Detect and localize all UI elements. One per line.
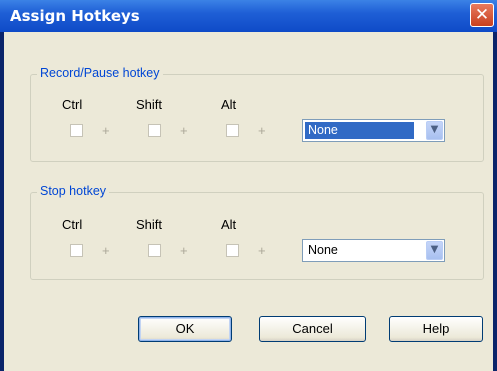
ctrl-checkbox[interactable] (70, 244, 83, 257)
record-key-value: None (305, 122, 414, 139)
plus-sign: + (102, 123, 110, 138)
cancel-button[interactable]: Cancel (259, 316, 366, 342)
plus-sign: + (258, 243, 266, 258)
plus-sign: + (180, 123, 188, 138)
ctrl-checkbox[interactable] (70, 124, 83, 137)
ctrl-label: Ctrl (62, 217, 83, 232)
chevron-down-icon[interactable]: ▼ (426, 121, 443, 140)
chevron-down-icon[interactable]: ▼ (426, 241, 443, 260)
close-icon[interactable]: ✕ (470, 3, 494, 27)
dialog-client-area: Record/Pause hotkey Ctrl Shift Alt + + +… (4, 32, 493, 371)
plus-sign: + (180, 243, 188, 258)
record-pause-group: Record/Pause hotkey Ctrl Shift Alt + + +… (30, 66, 484, 162)
dialog-window: Assign Hotkeys ✕ Record/Pause hotkey Ctr… (0, 0, 497, 371)
stop-legend: Stop hotkey (37, 184, 110, 198)
record-pause-legend: Record/Pause hotkey (37, 66, 163, 80)
plus-sign: + (102, 243, 110, 258)
alt-checkbox[interactable] (226, 124, 239, 137)
alt-label: Alt (221, 97, 237, 112)
alt-label: Alt (221, 217, 237, 232)
shift-checkbox[interactable] (148, 124, 161, 137)
stop-group: Stop hotkey Ctrl Shift Alt + + + None ▼ (30, 184, 484, 280)
plus-sign: + (258, 123, 266, 138)
shift-checkbox[interactable] (148, 244, 161, 257)
record-key-dropdown[interactable]: None ▼ (302, 119, 445, 142)
ctrl-label: Ctrl (62, 97, 83, 112)
window-title: Assign Hotkeys (10, 7, 140, 25)
ok-button[interactable]: OK (138, 316, 232, 342)
title-bar[interactable]: Assign Hotkeys ✕ (0, 0, 497, 32)
shift-label: Shift (136, 97, 163, 112)
alt-checkbox[interactable] (226, 244, 239, 257)
shift-label: Shift (136, 217, 163, 232)
stop-key-dropdown[interactable]: None ▼ (302, 239, 445, 262)
stop-key-value: None (308, 243, 338, 257)
help-button[interactable]: Help (389, 316, 483, 342)
